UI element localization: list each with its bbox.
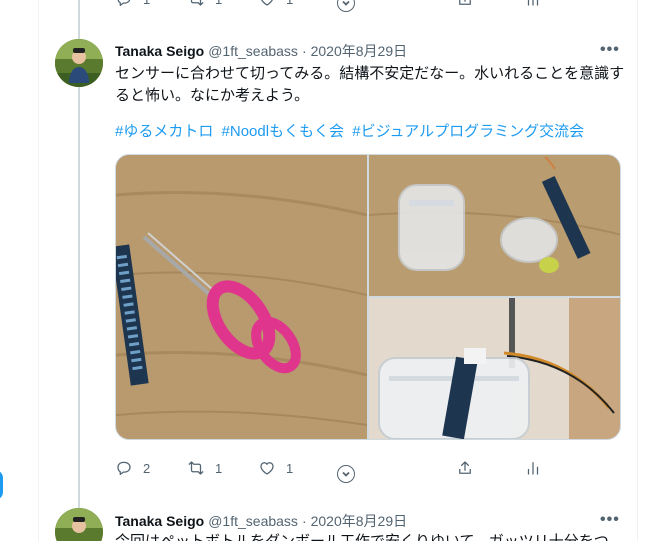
avatar[interactable] [55, 39, 103, 87]
tweet-text: 今回はペットボトルをダンボール工作で安くりゆいて、ガッツリ十分をつ [115, 531, 625, 541]
prev-retweet-count: 1 [215, 0, 222, 7]
show-thread-icon[interactable] [337, 465, 355, 483]
tweet-date[interactable]: 2020年8月29日 [311, 511, 408, 531]
hashtag-link[interactable]: #Noodlもくもく会 [222, 123, 345, 140]
hashtag-link[interactable]: #ゆるメカトロ [115, 123, 213, 140]
prev-reply-button[interactable]: 1 [115, 0, 150, 8]
like-icon [261, 0, 273, 6]
like-count: 1 [286, 460, 294, 476]
prev-analytics-button[interactable] [524, 0, 542, 8]
reply-icon [117, 0, 131, 7]
more-options-icon[interactable]: ••• [600, 41, 620, 59]
analytics-icon [527, 462, 539, 475]
hashtag-link[interactable]: #ビジュアルプログラミング交流会 [352, 123, 584, 140]
analytics-button[interactable] [524, 459, 542, 477]
retweet-icon [190, 0, 204, 6]
compose-button-edge[interactable] [0, 470, 3, 500]
share-icon [459, 0, 471, 5]
tweet-media-grid [115, 154, 621, 440]
like-button[interactable]: 1 [258, 459, 293, 477]
retweet-button[interactable]: 1 [187, 459, 222, 477]
retweet-count: 1 [215, 460, 223, 476]
author-name[interactable]: Tanaka Seigo [115, 43, 204, 59]
more-options-icon[interactable]: ••• [600, 511, 620, 529]
prev-reply-count: 1 [143, 0, 150, 7]
prev-like-button[interactable]: 1 [258, 0, 293, 8]
analytics-icon [527, 0, 539, 6]
reply-button[interactable]: 2 [115, 459, 150, 477]
tweet-text: センサーに合わせて切ってみる。結構不安定だなー。水いれることを意識すると怖い。な… [115, 65, 625, 104]
prev-retweet-button[interactable]: 1 [187, 0, 222, 8]
tweet-date[interactable]: 2020年8月29日 [311, 41, 408, 61]
share-icon [459, 461, 471, 474]
prev-like-count: 1 [286, 0, 293, 7]
share-button[interactable] [456, 459, 474, 477]
author-name[interactable]: Tanaka Seigo [115, 513, 204, 529]
prev-share-button[interactable] [456, 0, 474, 8]
photo-sensor-bottle[interactable] [369, 298, 620, 439]
like-icon [260, 462, 274, 475]
separator-dot: · [301, 513, 307, 529]
reply-count: 2 [143, 460, 151, 476]
author-handle[interactable]: @1ft_seabass [208, 513, 298, 529]
photo-bottles[interactable] [369, 155, 620, 296]
photo-scissors[interactable] [116, 155, 367, 439]
author-handle[interactable]: @1ft_seabass [208, 43, 298, 59]
tweet-header: Tanaka Seigo @1ft_seabass · 2020年8月29日 [115, 511, 407, 531]
tweet-header: Tanaka Seigo @1ft_seabass · 2020年8月29日 [115, 41, 407, 61]
retweet-icon [188, 461, 204, 475]
hashtag-list: #ゆるメカトロ #Noodlもくもく会 #ビジュアルプログラミング交流会 [115, 121, 588, 143]
separator-dot: · [301, 43, 307, 59]
reply-icon [117, 461, 131, 476]
